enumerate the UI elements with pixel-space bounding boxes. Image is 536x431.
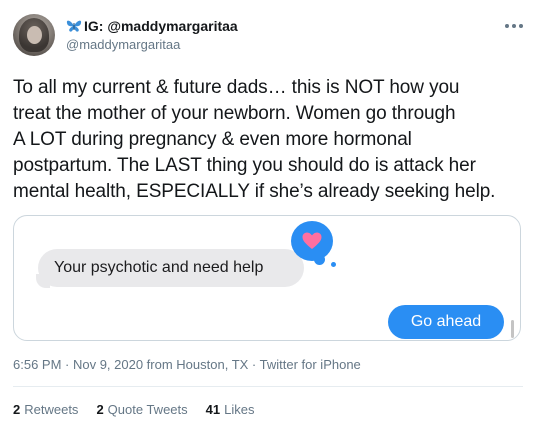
- likes-label: Likes: [224, 402, 255, 417]
- tweet-media-image[interactable]: Your psychotic and need help Go ahead: [13, 215, 521, 341]
- author-name-row[interactable]: IG: @maddymargaritaa: [66, 18, 238, 34]
- likes-count: 41: [205, 402, 221, 417]
- quote-tweets-count: 2: [96, 402, 104, 417]
- butterfly-icon: [66, 20, 82, 32]
- avatar[interactable]: [13, 14, 55, 56]
- more-dot: [519, 24, 523, 28]
- scrollbar: [511, 320, 514, 338]
- more-dot: [512, 24, 516, 28]
- avatar-face: [27, 26, 42, 44]
- more-options-icon[interactable]: [505, 22, 523, 30]
- quote-tweets-stat[interactable]: 2 Quote Tweets: [96, 402, 187, 417]
- retweets-count: 2: [13, 402, 21, 417]
- more-dot: [505, 24, 509, 28]
- heart-icon: [302, 232, 322, 249]
- sent-message-bubble: Go ahead: [388, 305, 504, 339]
- reaction-bubble: [291, 221, 333, 261]
- author-handle[interactable]: @maddymargaritaa: [66, 37, 180, 52]
- received-message-bubble: Your psychotic and need help: [38, 249, 304, 287]
- tweet: IG: @maddymargaritaa @maddymargaritaa To…: [0, 0, 536, 431]
- retweets-stat[interactable]: 2 Retweets: [13, 402, 78, 417]
- display-name[interactable]: IG: @maddymargaritaa: [84, 18, 238, 34]
- tweet-text: To all my current & future dads… this is…: [13, 77, 496, 202]
- tweet-meta[interactable]: 6:56 PM · Nov 9, 2020 from Houston, TX ·…: [13, 357, 361, 372]
- likes-stat[interactable]: 41 Likes: [206, 402, 255, 417]
- divider: [13, 386, 523, 387]
- retweets-label: Retweets: [24, 402, 79, 417]
- tweet-stats: 2 Retweets 2 Quote Tweets 41 Likes: [13, 402, 272, 417]
- reaction-tail-dot: [331, 262, 336, 267]
- quote-tweets-label: Quote Tweets: [107, 402, 188, 417]
